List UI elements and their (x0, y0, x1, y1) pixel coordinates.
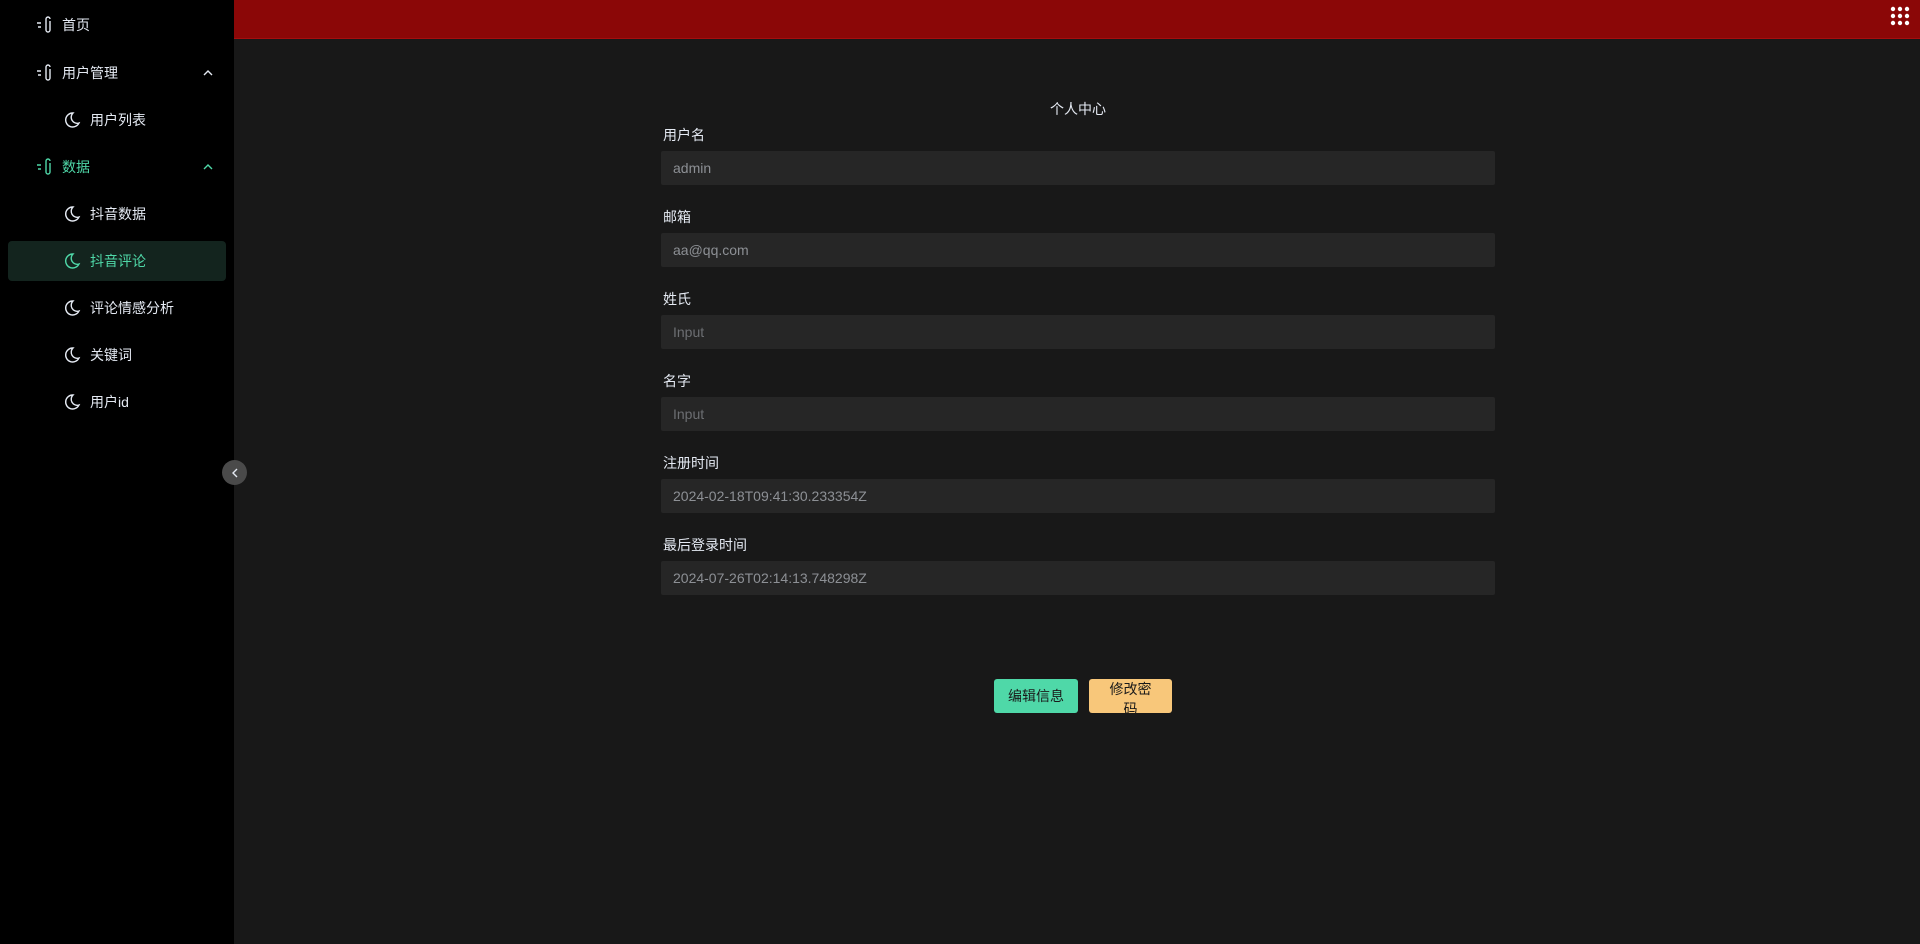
last-name-label: 姓氏 (663, 291, 691, 307)
sidebar-item-douyin-comments[interactable]: 抖音评论 (8, 241, 226, 281)
sidebar-item-home[interactable]: 首页 (8, 5, 226, 45)
moon-icon (62, 251, 82, 271)
paperclip-icon (34, 63, 54, 83)
form-actions: 编辑信息 修改密码 (994, 679, 1172, 717)
sidebar-item-label: 数据 (62, 159, 90, 175)
sidebar-item-label: 首页 (62, 17, 90, 33)
sidebar-item-user-list[interactable]: 用户列表 (8, 100, 226, 140)
moon-icon (62, 204, 82, 224)
chevron-up-icon (203, 164, 213, 170)
change-password-button[interactable]: 修改密码 (1089, 679, 1172, 717)
edit-info-button[interactable]: 编辑信息 (994, 679, 1078, 713)
main-content: 个人中心 用户名 邮箱 姓氏 名字 注册时间 最后登录时间 编辑信息 修改密码 (234, 39, 1920, 944)
email-label: 邮箱 (663, 209, 691, 225)
sidebar-item-label: 抖音评论 (90, 253, 146, 269)
email-field[interactable] (661, 233, 1495, 267)
sidebar-item-label: 关键词 (90, 347, 132, 363)
last-name-field[interactable] (661, 315, 1495, 349)
sidebar-item-label: 用户id (90, 394, 129, 410)
sidebar-item-douyin-data[interactable]: 抖音数据 (8, 194, 226, 234)
last-login-field[interactable] (661, 561, 1495, 595)
profile-form: 个人中心 用户名 邮箱 姓氏 名字 注册时间 最后登录时间 (661, 99, 1495, 617)
sidebar-item-keywords[interactable]: 关键词 (8, 335, 226, 375)
sidebar-item-user-id[interactable]: 用户id (8, 382, 226, 422)
registered-time-field[interactable] (661, 479, 1495, 513)
sidebar-item-user-management[interactable]: 用户管理 (8, 53, 226, 93)
username-field[interactable] (661, 151, 1495, 185)
sidebar-item-data[interactable]: 数据 (8, 147, 226, 187)
sidebar-item-label: 评论情感分析 (90, 300, 174, 316)
moon-icon (62, 345, 82, 365)
page-title: 个人中心 (1050, 101, 1106, 117)
top-bar (234, 0, 1920, 39)
username-label: 用户名 (663, 127, 705, 143)
moon-icon (62, 392, 82, 412)
moon-icon (62, 298, 82, 318)
apps-grid-icon[interactable] (1890, 6, 1910, 26)
chevron-up-icon (203, 70, 213, 76)
last-login-label: 最后登录时间 (663, 537, 747, 553)
paperclip-icon (34, 157, 54, 177)
registered-time-label: 注册时间 (663, 455, 719, 471)
sidebar: 首页 用户管理 用户列表 数据 抖音数据 抖音评论 评论情感分析 关键词 用户i… (0, 0, 234, 944)
paperclip-icon (34, 15, 54, 35)
sidebar-item-label: 用户管理 (62, 65, 118, 81)
sidebar-item-label: 抖音数据 (90, 206, 146, 222)
sidebar-item-sentiment-analysis[interactable]: 评论情感分析 (8, 288, 226, 328)
sidebar-item-label: 用户列表 (90, 112, 146, 128)
moon-icon (62, 110, 82, 130)
first-name-field[interactable] (661, 397, 1495, 431)
first-name-label: 名字 (663, 373, 691, 389)
